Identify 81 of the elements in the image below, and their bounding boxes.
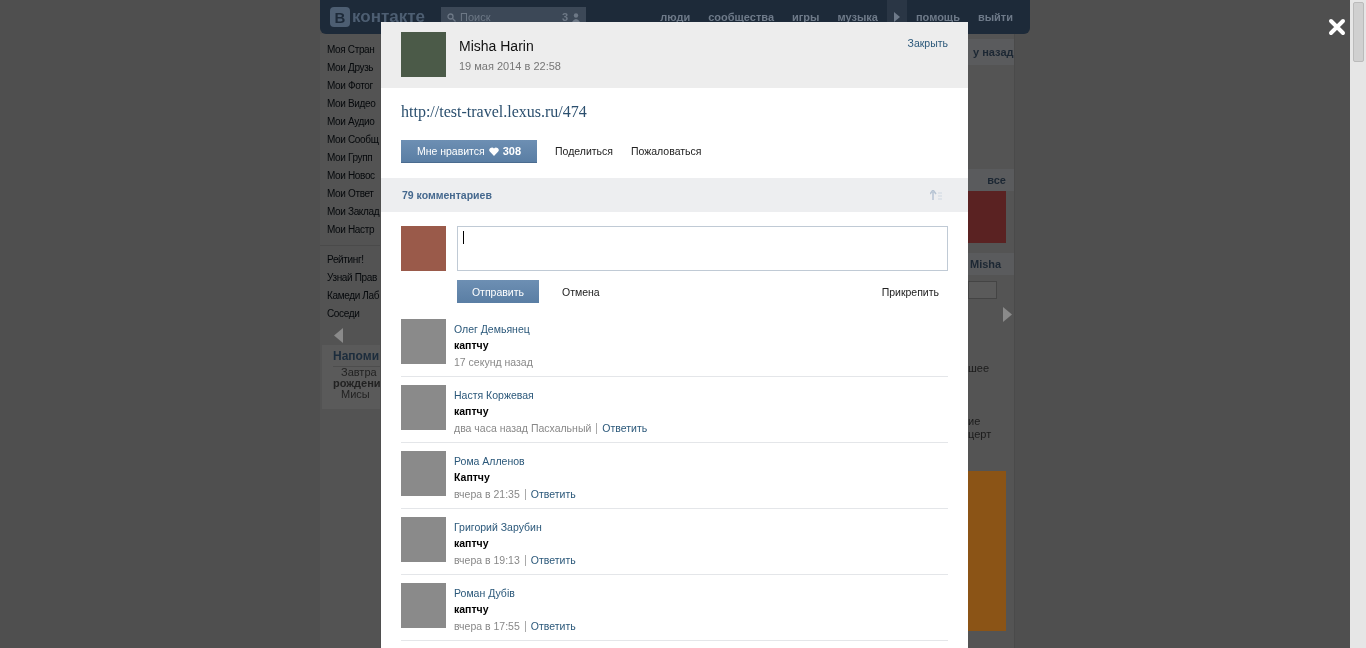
avatar-photo[interactable] [401,385,446,430]
sidebar-item[interactable]: Мои Сообщ [327,131,380,149]
nav-link[interactable]: сообщества [699,11,783,23]
search-icon [447,12,456,22]
comment-time: вчера в 19:13 [454,553,520,568]
comment-text: Каптчу [454,470,491,485]
comment-text: каптчу [454,338,490,353]
comment-text: каптчу [454,404,490,419]
reminder-text: рождени [333,378,380,389]
close-icon[interactable] [1328,18,1346,36]
action-link[interactable]: Пожаловаться [631,140,702,163]
cancel-link[interactable]: Отмена [562,285,600,298]
sidebar-item[interactable]: Мои Групп [327,149,380,167]
nav-link[interactable]: выйти [968,11,1022,23]
section-header: Misha [968,253,1014,275]
comment-author[interactable]: Роман Дубiв [454,585,576,601]
photo-placeholder [968,191,1006,243]
nav-link[interactable]: помощь [906,11,969,23]
reminder-title: Напоми [333,349,380,367]
sidebar-item[interactable]: Камеди Лаб [327,287,380,305]
scrollbar-thumb[interactable] [1352,2,1364,62]
reply-link[interactable]: Ответить [530,618,576,635]
sidebar-item[interactable]: Рейтинг! [327,251,380,269]
avatar-photo[interactable] [401,451,446,496]
reply-link[interactable]: Ответить [530,552,576,569]
send-button[interactable]: Отправить [457,280,539,303]
sort-icon[interactable] [930,190,943,200]
author-name[interactable]: Misha Harin [459,38,561,54]
avatar-photo[interactable] [401,32,446,77]
input-field[interactable] [968,281,997,299]
like-button[interactable]: Мне нравится 308 [401,140,537,163]
post-date: 19 мая 2014 в 22:58 [459,60,561,72]
reminder-text: Мисы [341,389,370,400]
nav-link[interactable]: люди [651,11,700,23]
sidebar-item[interactable]: Мои Аудио [327,113,380,131]
section-header: у назад [968,39,1014,65]
sidebar-item[interactable]: Мои Новос [327,167,380,185]
comment-text: каптчу [454,536,490,551]
reply-link[interactable]: Ответить [530,486,576,503]
comment-time: 17 секунд назад [454,355,533,370]
avatar-photo[interactable] [401,226,446,271]
logo-badge[interactable]: В [330,7,350,27]
sidebar-item[interactable]: Моя Стран [327,41,380,59]
comment-input[interactable] [457,226,948,271]
comments-count: 79 комментариев [402,189,492,201]
sidebar-item[interactable]: Мои Ответ [327,185,380,203]
comment-author[interactable]: Олег Демьянец [454,321,533,337]
avatar-photo[interactable] [401,319,446,364]
sidebar-item[interactable]: Мои Фотог [327,77,380,95]
right-arrow-icon[interactable] [1003,307,1012,322]
sidebar-item[interactable]: Соседи [327,305,380,323]
sidebar-item[interactable]: Узнай Прав [327,269,380,287]
comment-text: каптчу [454,602,490,617]
nav-link[interactable]: игры [783,11,829,23]
section-header[interactable]: все [968,169,1014,191]
avatar-photo[interactable] [401,517,446,562]
close-link[interactable]: Закрыть [907,37,948,88]
heart-icon [488,146,499,156]
text-cursor [463,231,464,244]
play-icon [893,12,900,22]
avatar-photo[interactable] [401,583,446,628]
reminder-text: Завтра [340,367,378,378]
comment-author[interactable]: Настя Коржевая [454,387,648,403]
note-text: церт [968,428,993,441]
left-arrow-icon[interactable] [334,328,343,343]
action-link[interactable]: Поделиться [555,140,613,163]
comment-author[interactable]: Григорий Зарубин [454,519,576,535]
person-icon [572,12,580,22]
comment-author[interactable]: Рома Алленов [454,453,576,469]
reply-link[interactable]: Ответить [602,420,648,437]
sidebar-item[interactable]: Мои Настр [327,221,380,239]
comment-time: вчера в 17:55 [454,619,520,634]
sidebar-item[interactable]: Мои Заклад [327,203,380,221]
sidebar-item[interactable]: Мои Видео [327,95,380,113]
post-text: http://test-travel.lexus.ru/474 [400,102,588,123]
comment-time: два часа назад Пасхальный [454,421,592,436]
nav-link[interactable]: музыка [828,11,887,23]
scrollbar[interactable] [1350,0,1366,648]
attach-link[interactable]: Прикрепить [881,285,939,298]
comment-time: вчера в 21:35 [454,487,520,502]
sidebar-item[interactable]: Мои Друзь [327,59,380,77]
